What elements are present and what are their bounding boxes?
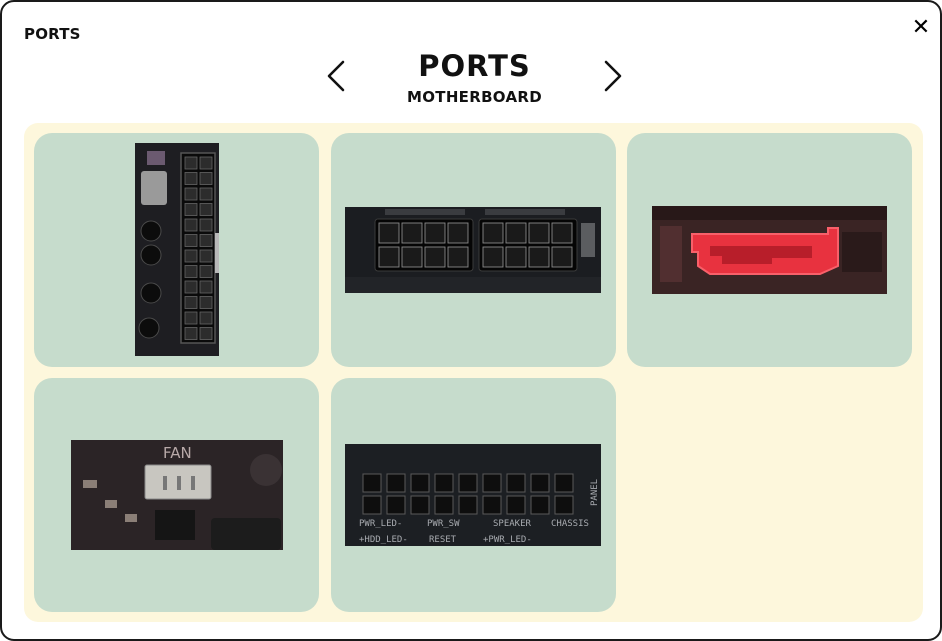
- panel-label: PWR_LED-: [359, 519, 402, 529]
- connector-pin: [401, 246, 423, 268]
- connector-pin: [199, 218, 213, 232]
- connector-pin: [505, 222, 527, 244]
- connector-pin: [528, 222, 550, 244]
- connector-pin: [184, 172, 198, 185]
- connector-pin: [199, 249, 213, 263]
- connector-pin: [434, 495, 454, 515]
- connector-pin: [401, 222, 423, 244]
- cpu-8pin-connector-image: [345, 207, 601, 293]
- page-title: PORTS: [418, 49, 531, 83]
- connector-pin: [199, 234, 213, 247]
- connector-pin: [184, 296, 198, 309]
- fan-header-image: FAN: [71, 440, 283, 550]
- port-card-atx-24pin[interactable]: [34, 133, 319, 367]
- connector-pin: [482, 222, 504, 244]
- connector-pin: [362, 473, 382, 493]
- panel-label: CHASSIS: [551, 519, 589, 529]
- connector-pin: [447, 246, 469, 268]
- connector-pin: [199, 172, 213, 185]
- connector-pin: [199, 296, 213, 309]
- connector-pin: [184, 280, 198, 294]
- connector-pin: [447, 222, 469, 244]
- panel-label: PANEL: [590, 479, 600, 506]
- connector-pin: [184, 234, 198, 247]
- connector-pin: [184, 311, 198, 325]
- connector-pin: [434, 473, 454, 493]
- connector-pin: [410, 495, 430, 515]
- port-card-sata[interactable]: [627, 133, 912, 367]
- connector-pin: [554, 495, 574, 515]
- chevron-left-icon: [327, 60, 345, 92]
- ports-dialog: PORTS ✕ PORTS MOTHERBOARD FAN PWR_LED- P…: [0, 0, 942, 641]
- connector-pin: [199, 327, 213, 340]
- connector-pin: [482, 495, 502, 515]
- connector-pin: [378, 246, 400, 268]
- connector-pin: [199, 156, 213, 170]
- connector-pin: [551, 222, 573, 244]
- connector-pin: [458, 473, 478, 493]
- panel-label: RESET: [429, 535, 457, 545]
- connector-pin: [362, 495, 382, 515]
- connector-pin: [410, 473, 430, 493]
- connector-pin: [199, 187, 213, 201]
- connector-pin: [184, 156, 198, 170]
- port-card-cpu-8pin[interactable]: [331, 133, 616, 367]
- connector-pin: [199, 265, 213, 278]
- connector-pin: [554, 473, 574, 493]
- panel-label: SPEAKER: [493, 519, 532, 529]
- previous-button[interactable]: [324, 59, 350, 93]
- connector-pin: [482, 246, 504, 268]
- connector-pin: [184, 203, 198, 216]
- panel-label: PWR_SW: [427, 519, 460, 529]
- connector-pin: [386, 473, 406, 493]
- connector-pin: [506, 495, 526, 515]
- header: PORTS MOTHERBOARD: [357, 48, 592, 106]
- connector-pin: [424, 222, 446, 244]
- connector-pin: [199, 280, 213, 294]
- page-subtitle: MOTHERBOARD: [407, 88, 542, 106]
- connector-pin: [530, 495, 550, 515]
- connector-pin: [184, 218, 198, 232]
- connector-pin: [199, 203, 213, 216]
- ports-grid: FAN PWR_LED- PWR_SW SPEAKER CHASSIS +HDD…: [24, 123, 923, 622]
- window-title: PORTS: [24, 25, 81, 43]
- connector-pin: [424, 246, 446, 268]
- connector-pin: [184, 249, 198, 263]
- chevron-right-icon: [604, 60, 622, 92]
- atx-24pin-connector-image: [135, 143, 219, 356]
- sata-port-image: [652, 206, 887, 294]
- connector-pin: [184, 265, 198, 278]
- connector-pin: [505, 246, 527, 268]
- connector-pin: [386, 495, 406, 515]
- port-card-front-panel[interactable]: PWR_LED- PWR_SW SPEAKER CHASSIS +HDD_LED…: [331, 378, 616, 612]
- close-button[interactable]: ✕: [910, 17, 932, 39]
- connector-pin: [458, 495, 478, 515]
- connector-pin: [199, 311, 213, 325]
- connector-pin: [482, 473, 502, 493]
- connector-pin: [184, 187, 198, 201]
- connector-pin: [506, 473, 526, 493]
- next-button[interactable]: [599, 59, 625, 93]
- panel-label: +PWR_LED-: [483, 535, 532, 545]
- connector-pin: [184, 327, 198, 340]
- front-panel-header-image: PWR_LED- PWR_SW SPEAKER CHASSIS +HDD_LED…: [345, 444, 601, 546]
- panel-label: +HDD_LED-: [359, 535, 408, 545]
- connector-pin: [551, 246, 573, 268]
- connector-pin: [530, 473, 550, 493]
- connector-pin: [528, 246, 550, 268]
- port-card-fan[interactable]: FAN: [34, 378, 319, 612]
- fan-label: FAN: [163, 444, 192, 462]
- connector-pin: [378, 222, 400, 244]
